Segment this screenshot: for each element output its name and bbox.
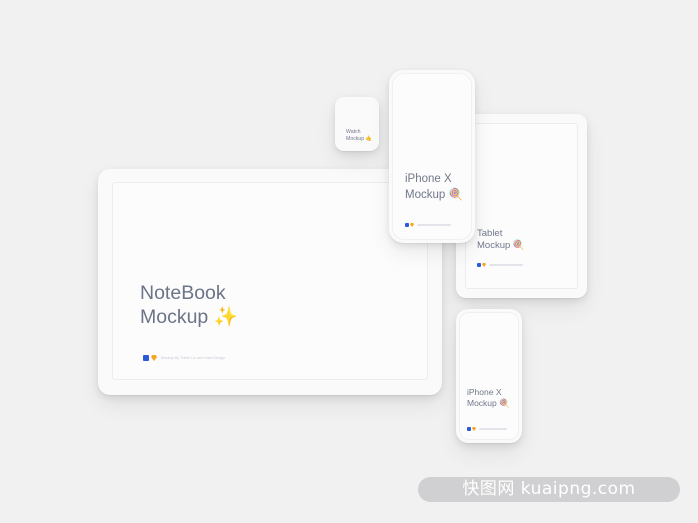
photoshop-icon (143, 355, 149, 361)
watch-title: Watch Mockup 🤙 (346, 129, 372, 143)
iphone-small-title-line1: iPhone X (467, 387, 502, 397)
iphone-large-title: iPhone X Mockup 🍭 (405, 172, 463, 203)
notebook-title: NoteBook Mockup ✨ (140, 281, 238, 329)
iphone-small-credit-line (479, 428, 507, 430)
tablet-mockup: Tablet Mockup 🍭 (456, 114, 587, 298)
photoshop-icon (467, 427, 471, 431)
photoshop-icon (477, 263, 481, 267)
watch-title-line2: Mockup (346, 136, 365, 142)
iphone-large-credit-line (417, 224, 451, 226)
photoshop-icon (405, 223, 409, 227)
sketch-icon (482, 263, 486, 267)
iphone-small-screen (459, 312, 519, 440)
sketch-icon (472, 427, 476, 431)
iphone-large-credits (405, 223, 451, 227)
sketch-icon (410, 223, 414, 227)
iphone-large-title-line2: Mockup (405, 189, 446, 201)
tablet-title-line1: Tablet (477, 228, 503, 239)
watch-title-line1: Watch (346, 129, 361, 135)
sketch-icon (151, 355, 157, 361)
tablet-title: Tablet Mockup 🍭 (477, 228, 525, 252)
iphone-small-title-line2: Mockup (467, 398, 497, 408)
notebook-title-line1: NoteBook (140, 282, 226, 304)
iphone-x-large-mockup: iPhone X Mockup 🍭 (389, 70, 475, 243)
notebook-credits: Mockup By Tianle Liu and Kara Design (143, 355, 225, 361)
site-watermark: 快图网 kuaipng.com (418, 477, 680, 502)
notebook-credit-text: Mockup By Tianle Liu and Kara Design (161, 356, 225, 360)
tablet-title-line2: Mockup (477, 240, 511, 251)
iphone-large-screen (392, 73, 472, 240)
iphone-small-credits (467, 427, 507, 431)
tablet-credits (477, 263, 523, 267)
lollipop-icon: 🍭 (448, 187, 463, 201)
lollipop-icon: 🍭 (512, 240, 525, 251)
iphone-small-title: iPhone X Mockup 🍭 (467, 387, 510, 410)
lollipop-icon: 🍭 (499, 399, 510, 409)
tablet-credit-line (489, 264, 523, 266)
hand-icon: 🤙 (365, 136, 373, 142)
iphone-x-small-mockup: iPhone X Mockup 🍭 (456, 309, 522, 443)
sparkles-icon: ✨ (213, 305, 238, 328)
notebook-title-line2: Mockup (140, 306, 209, 328)
watch-mockup: Watch Mockup 🤙 (335, 97, 379, 151)
iphone-large-title-line1: iPhone X (405, 173, 452, 185)
